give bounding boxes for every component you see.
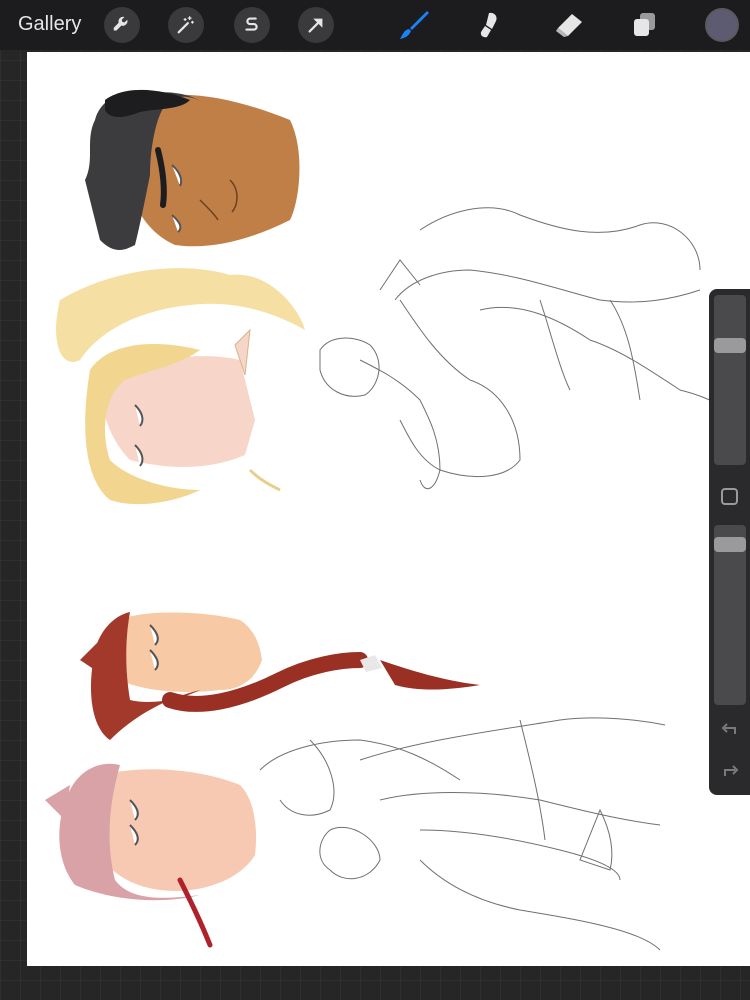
pink-haired-head bbox=[45, 763, 257, 948]
selection-button[interactable] bbox=[234, 7, 270, 43]
brush-tool-button[interactable] bbox=[394, 7, 434, 43]
red-braided-head bbox=[80, 612, 480, 740]
color-swatch-button[interactable] bbox=[705, 8, 739, 42]
undo-icon bbox=[721, 723, 736, 734]
layers-icon bbox=[634, 13, 655, 36]
wrench-icon bbox=[113, 16, 128, 31]
actions-wrench-button[interactable] bbox=[104, 7, 140, 43]
brush-icon bbox=[400, 11, 429, 39]
adjustments-button[interactable] bbox=[168, 7, 204, 43]
transform-button[interactable] bbox=[298, 7, 334, 43]
gallery-button[interactable]: Gallery bbox=[18, 13, 81, 36]
layers-button[interactable] bbox=[624, 7, 664, 43]
redo-icon bbox=[724, 765, 739, 776]
selection-s-icon bbox=[245, 17, 258, 31]
blonde-head bbox=[56, 268, 305, 505]
eraser-icon bbox=[556, 14, 582, 37]
top-toolbar: Gallery bbox=[0, 0, 750, 50]
eraser-tool-button[interactable] bbox=[548, 7, 588, 43]
artwork-sketches bbox=[45, 89, 721, 951]
opacity-slider[interactable] bbox=[714, 525, 746, 705]
brush-size-slider[interactable] bbox=[714, 295, 746, 465]
redo-button[interactable] bbox=[718, 759, 742, 783]
drawing-canvas[interactable] bbox=[27, 52, 750, 966]
sketch-mother-baby bbox=[319, 207, 721, 490]
brush-sidebar bbox=[709, 289, 750, 795]
opacity-thumb[interactable] bbox=[714, 537, 746, 552]
undo-button[interactable] bbox=[718, 717, 742, 741]
brush-size-thumb[interactable] bbox=[714, 338, 746, 353]
smudge-icon bbox=[480, 12, 497, 38]
smudge-tool-button[interactable] bbox=[470, 7, 510, 43]
sketch-figure-with-bag bbox=[259, 717, 666, 951]
modify-square-icon[interactable] bbox=[721, 488, 738, 505]
transform-arrow-icon bbox=[308, 18, 323, 33]
magic-wand-icon bbox=[177, 16, 194, 34]
dark-haired-head bbox=[85, 89, 300, 250]
